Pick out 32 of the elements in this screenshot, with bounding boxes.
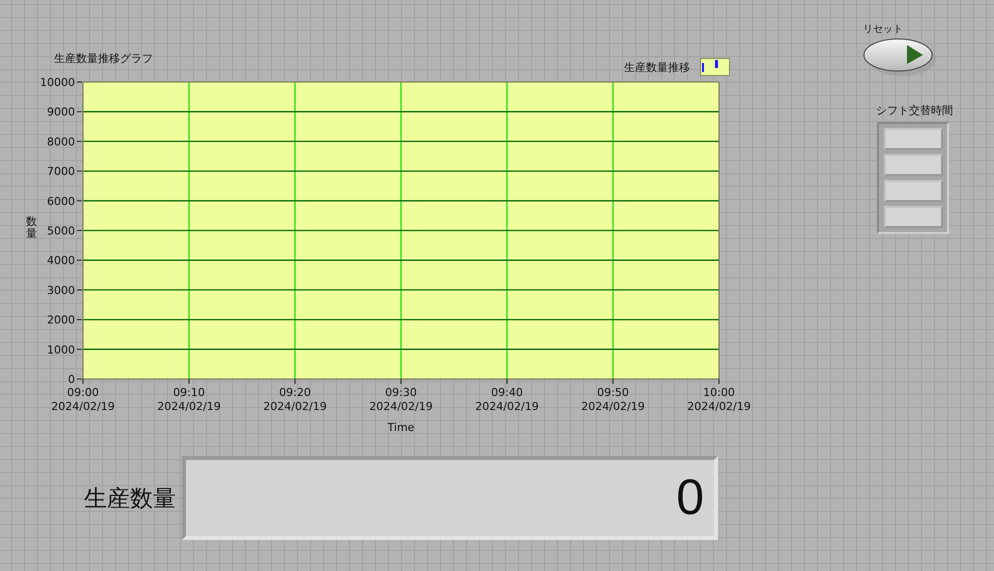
- y-tick-label: 1000: [47, 343, 75, 356]
- x-tick-label: 09:50 2024/02/19: [581, 386, 645, 413]
- numeric-indicator: 0: [182, 456, 718, 540]
- y-tick-label: 2000: [47, 314, 75, 327]
- x-tick-label: 10:00 2024/02/19: [687, 386, 751, 413]
- y-tick-label: 5000: [47, 224, 75, 238]
- x-tick-label: 09:10 2024/02/19: [157, 386, 221, 413]
- x-axis-label: Time: [388, 421, 414, 434]
- array-cell[interactable]: [884, 180, 943, 202]
- x-tick-label: 09:20 2024/02/19: [263, 386, 327, 413]
- x-tick-label: 09:40 2024/02/19: [475, 386, 539, 413]
- legend-swatch[interactable]: [700, 58, 730, 76]
- graph-title: 生産数量推移グラフ: [54, 51, 153, 66]
- x-tick-label: 09:00 2024/02/19: [51, 386, 115, 413]
- y-axis-label: 数量: [26, 216, 37, 240]
- y-tick-label: 0: [68, 373, 75, 386]
- y-tick-label: 9000: [47, 106, 75, 119]
- reset-button[interactable]: [863, 38, 937, 78]
- button-label: リセット: [863, 23, 904, 36]
- legend-label: 生産数量推移: [624, 60, 690, 74]
- array-label: シフト交替時間: [876, 103, 953, 118]
- y-tick-label: 4000: [47, 254, 75, 268]
- y-tick-label: 7000: [47, 165, 75, 178]
- indicator-label: 生産数量: [84, 484, 176, 514]
- x-tick-label: 09:30 2024/02/19: [369, 386, 433, 413]
- y-tick-label: 10000: [40, 76, 75, 89]
- y-tick-label: 6000: [47, 194, 75, 208]
- array-cell[interactable]: [884, 128, 943, 150]
- array-cell[interactable]: [884, 154, 943, 176]
- array-cell[interactable]: [884, 206, 943, 228]
- y-tick-label: 3000: [47, 284, 75, 297]
- y-tick-label: 8000: [47, 135, 75, 148]
